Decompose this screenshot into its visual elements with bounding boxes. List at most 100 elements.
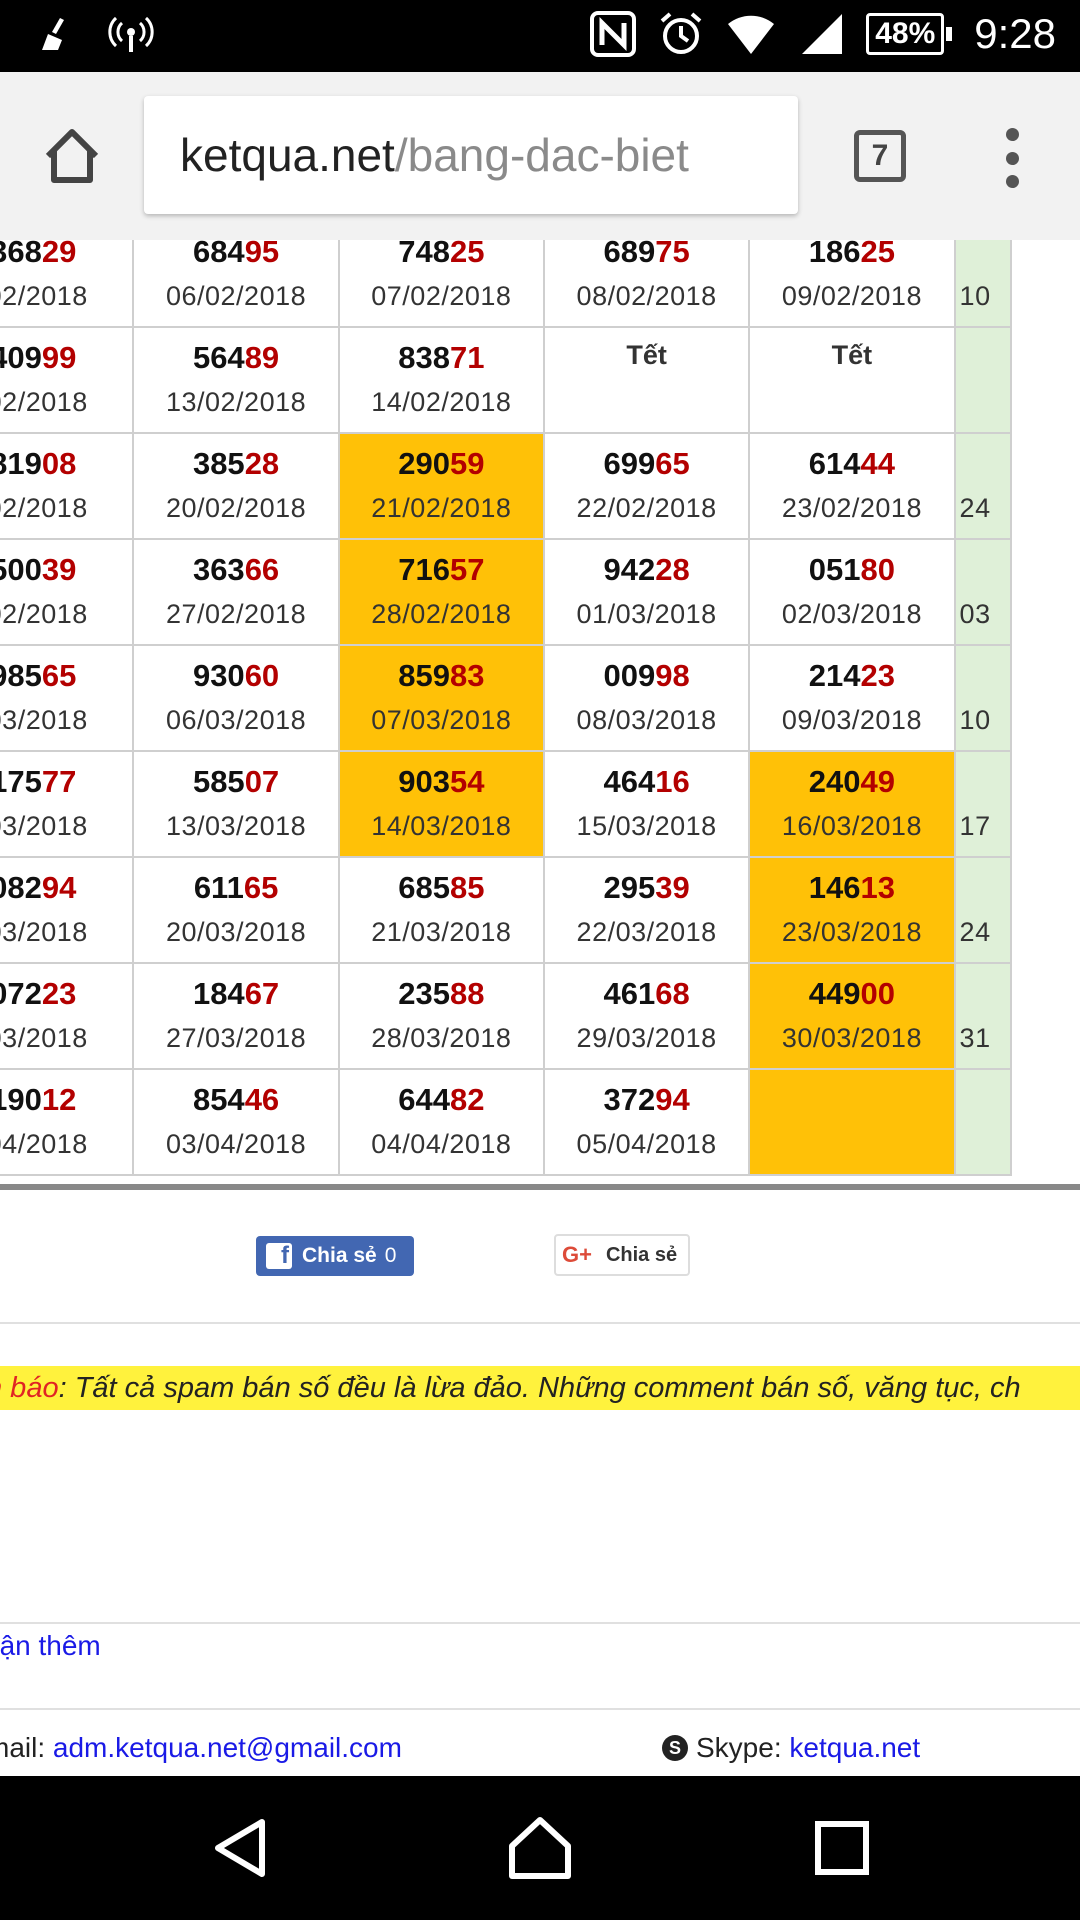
results-table: 36829/02/20186849506/02/20187482507/02/2… [0,240,1080,1190]
result-number-tail: 94 [41,870,77,905]
battery-level: 48% [866,13,945,55]
result-number-head: 644 [398,1082,450,1117]
result-date: 22/03/2018 [576,917,717,947]
url-bar[interactable]: ketqua.net/bang-dac-biet [144,96,798,214]
weekend-cell: 17 [953,750,1013,858]
result-date: 03/04/2018 [165,1129,307,1159]
result-number: 90354 [340,760,543,804]
result-number-head: 930 [192,658,245,693]
result-number: 64482 [340,1078,543,1122]
table-row: 08294/03/20186116520/03/20186858521/03/2… [0,856,1013,964]
gplus-share-button[interactable]: G+ Chia sẻ [554,1234,690,1276]
result-cell: 68585 21/03/2018 [337,856,545,964]
result-cell: 07223/03/2018 [0,962,135,1070]
result-date: 14/02/2018 [371,387,512,417]
result-date: 01/03/2018 [576,599,717,629]
facebook-share-label: Chia sẻ [302,1244,377,1267]
result-cell: 44900 30/03/2018 [748,962,956,1070]
result-number: 68495 [134,240,337,274]
recents-icon [815,1821,869,1875]
result-date: 21/03/2018 [371,917,512,947]
result-cell: 85446 03/04/2018 [132,1068,340,1176]
result-number-tail: 57 [449,552,485,587]
result-number: 08294 [0,866,132,910]
result-cell: 61165 20/03/2018 [132,856,340,964]
result-number-tail: 46 [244,1082,280,1117]
divider [0,1708,1080,1710]
result-date: 20/02/2018 [165,493,307,523]
result-number: 44900 [750,972,953,1016]
skype-link[interactable]: ketqua.net [789,1728,920,1768]
back-button[interactable] [210,1816,274,1880]
result-number-tail: 80 [860,552,896,587]
result-date: 29/03/2018 [576,1023,717,1053]
nav-home-icon [509,1817,571,1879]
result-number-head: 363 [192,552,245,587]
result-cell: Tết [748,326,956,434]
recents-button[interactable] [810,1816,874,1880]
result-cell: 83871 14/02/2018 [337,326,545,434]
result-cell: 17577/03/2018 [0,750,135,858]
result-number: 05180 [750,548,953,592]
result-number: 00998 [545,654,748,698]
result-date: /02/2018 [0,281,88,311]
result-number: 81908 [0,442,132,486]
overflow-menu-button[interactable] [1000,128,1024,188]
result-cell: 68495 06/02/2018 [132,240,340,328]
contact-footer: mail: adm.ketqua.net@gmail.com S Skype: … [0,1728,1080,1768]
result-date: 31 [959,1023,991,1053]
result-number: 18625 [750,240,953,274]
result-date: 23/03/2018 [781,917,922,947]
result-number-tail: 65 [655,446,690,481]
notice-text: : Tất cả spam bán số đều là lừa đảo. Nhữ… [58,1372,1021,1404]
result-number-head: 854 [192,1082,245,1117]
table-row: 40999/02/20185648913/02/20188387114/02/2… [0,326,1013,434]
result-cell: 36829/02/2018 [0,240,135,328]
result-date: 08/02/2018 [576,281,717,311]
result-date: /03/2018 [0,705,88,735]
gplus-share-label: Chia sẻ [605,1243,678,1266]
result-number-head: 461 [603,976,656,1011]
email-link[interactable]: adm.ketqua.net@gmail.com [53,1732,402,1763]
android-nav-bar [0,1776,1080,1920]
result-number-tail: 88 [449,976,485,1011]
result-number: 23588 [340,972,543,1016]
weekend-cell: 03 [953,538,1013,646]
result-number-head: 214 [808,658,861,693]
result-date: 10 [959,281,991,311]
holiday-label: Tết [831,340,873,370]
result-number-head: 500 [0,552,42,587]
weekend-cell: 10 [953,240,1013,328]
result-date: 24 [959,493,991,523]
result-date: 02/03/2018 [781,599,922,629]
result-number-head: 146 [808,870,861,905]
result-number: 17577 [0,760,132,804]
result-number: 29539 [545,866,748,910]
weekend-cell [953,326,1013,434]
result-date: 07/03/2018 [371,705,512,735]
discuss-more-link[interactable]: uận thêm [0,1626,101,1666]
result-cell: 40999/02/2018 [0,326,135,434]
result-number: 85983 [340,654,543,698]
result-number: 71657 [340,548,543,592]
result-cell: 56489 13/02/2018 [132,326,340,434]
result-date: 24 [959,917,991,947]
facebook-share-button[interactable]: f Chia sẻ 0 [256,1236,414,1276]
result-date: 15/03/2018 [576,811,717,841]
result-number-head: 240 [808,764,861,799]
result-number: 24049 [750,760,953,804]
result-number-tail: 13 [860,870,896,905]
result-number-tail: 77 [41,764,77,799]
home-button[interactable] [40,124,104,188]
result-date: 27/02/2018 [165,599,307,629]
result-number-head: 190 [0,1082,42,1117]
result-cell: 05180 02/03/2018 [748,538,956,646]
nav-home-button[interactable] [508,1816,572,1880]
result-date: /04/2018 [0,1129,88,1159]
result-number-head: 903 [398,764,450,799]
result-cell: 19012/04/2018 [0,1068,135,1176]
result-cell: 98565/03/2018 [0,644,135,752]
tab-switcher-button[interactable]: 7 [854,130,906,182]
result-number: 61444 [750,442,953,486]
result-number: 18467 [134,972,337,1016]
